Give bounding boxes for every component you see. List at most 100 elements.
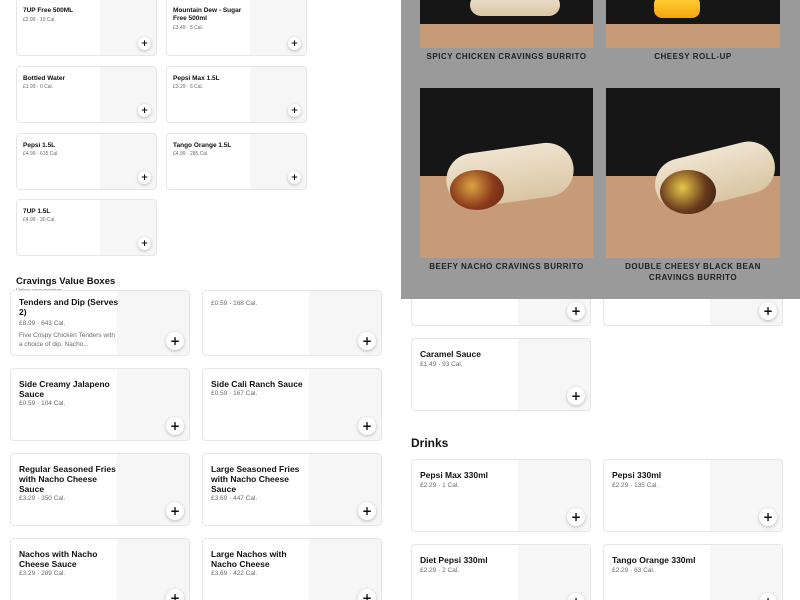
item-name: Mountain Dew - Sugar Free 500ml <box>173 7 242 22</box>
item-name: Caramel Sauce <box>420 349 481 359</box>
plus-icon: + <box>571 595 581 600</box>
plus-icon: + <box>361 591 373 600</box>
add-button[interactable]: + <box>138 237 151 250</box>
product-caption: SPICY CHICKEN CRAVINGS BURRITO <box>426 52 587 61</box>
menu-item-card[interactable]: Bottled Water £1.99 · 0 Cal. + <box>16 66 157 123</box>
menu-item-card[interactable]: 7UP 1.5L £4.99 · 30 Cal. + <box>16 199 157 256</box>
section-title-drinks: Drinks <box>411 436 449 450</box>
add-button[interactable]: + <box>166 332 184 350</box>
add-button[interactable]: + <box>567 508 585 526</box>
item-meta: £2.99 · 10 Cal. <box>23 17 56 23</box>
item-name: Pepsi 1.5L <box>23 142 56 149</box>
product-photo[interactable] <box>420 88 593 258</box>
item-meta: £3.69 · 447 Cal. <box>211 495 258 502</box>
item-name: Side Creamy Jalapeno Sauce <box>19 379 110 400</box>
product-photo[interactable] <box>606 0 780 48</box>
menu-item-card[interactable]: Pepsi Max 1.5L £3.29 · 6 Cal. + <box>166 66 307 123</box>
item-name: Large Seasoned Fries with Nacho Cheese S… <box>211 464 300 495</box>
plus-icon: + <box>762 510 774 524</box>
add-button[interactable]: + <box>358 502 376 520</box>
plus-icon: + <box>290 38 299 49</box>
plus-icon: + <box>290 105 299 116</box>
menu-item-card[interactable]: Tango Orange 330ml £2.29 · 63 Cal. + <box>603 544 783 600</box>
menu-item-card[interactable]: Large Seasoned Fries with Nacho Cheese S… <box>202 453 382 526</box>
add-button[interactable]: + <box>138 104 151 117</box>
plus-icon: + <box>169 591 181 600</box>
item-description: Five Crispy Chicken Tenders with a choic… <box>19 332 115 349</box>
item-name: Pepsi Max 330ml <box>420 470 489 480</box>
product-caption: BEEFY NACHO CRAVINGS BURRITO <box>429 262 584 271</box>
menu-item-card[interactable]: Pepsi 330ml £2.29 · 135 Cal. + <box>603 459 783 532</box>
add-button[interactable]: + <box>288 171 301 184</box>
menu-item-card[interactable]: Side Creamy Jalapeno Sauce £0.59 · 104 C… <box>10 368 190 441</box>
add-button[interactable]: + <box>288 104 301 117</box>
menu-item-card[interactable]: Diet Pepsi 330ml £2.29 · 2 Cal. + <box>411 544 591 600</box>
plate-shape <box>606 24 780 48</box>
filling-shape <box>660 170 716 214</box>
item-image <box>710 545 782 600</box>
menu-item-card[interactable]: 7UP Free 500ML £2.99 · 10 Cal. + <box>16 0 157 56</box>
menu-item-card[interactable]: Pepsi 1.5L £4.99 · 615 Cal. + <box>16 133 157 190</box>
plus-icon: + <box>290 172 299 183</box>
product-caption: DOUBLE CHEESY BLACK BEAN CRAVINGS BURRIT… <box>625 262 761 282</box>
plus-icon: + <box>169 334 181 348</box>
menu-item-card[interactable]: Regular Seasoned Fries with Nacho Cheese… <box>10 453 190 526</box>
item-name: Tenders and Dip (Serves 2) <box>19 297 119 318</box>
plus-icon: + <box>140 172 149 183</box>
add-button[interactable]: + <box>358 589 376 600</box>
add-button[interactable]: + <box>166 502 184 520</box>
add-button[interactable]: + <box>288 37 301 50</box>
product-gallery-overlay: SPICY CHICKEN CRAVINGS BURRITO CHEESY RO… <box>401 0 800 299</box>
add-button[interactable]: + <box>567 387 585 405</box>
add-button[interactable]: + <box>759 302 777 320</box>
add-button[interactable]: + <box>358 332 376 350</box>
menu-item-card[interactable]: Caramel Sauce £1.49 · 93 Cal. + <box>411 338 591 411</box>
plus-icon: + <box>169 419 181 433</box>
item-meta: £3.29 · 6 Cal. <box>173 84 204 90</box>
plus-icon: + <box>361 504 373 518</box>
plus-icon: + <box>169 504 181 518</box>
item-name: Bottled Water <box>23 75 66 82</box>
item-meta: £2.29 · 135 Cal. <box>612 482 659 489</box>
add-button[interactable]: + <box>138 37 151 50</box>
filling-shape <box>450 170 504 210</box>
menu-item-card[interactable]: Pepsi Max 330ml £2.29 · 1 Cal. + <box>411 459 591 532</box>
item-name: Large Nachos with Nacho Cheese <box>211 549 287 570</box>
item-name: Nachos with Nacho Cheese Sauce <box>19 549 98 570</box>
menu-item-card[interactable]: Large Nachos with Nacho Cheese £3.69 · 4… <box>202 538 382 600</box>
item-name: 7UP 1.5L <box>23 208 51 215</box>
add-button[interactable]: + <box>567 302 585 320</box>
item-meta: £3.29 · 289 Cal. <box>19 570 66 577</box>
item-meta: £8.99 · 643 Cal. <box>19 320 66 327</box>
add-button[interactable]: + <box>138 171 151 184</box>
product-photo[interactable] <box>606 88 780 258</box>
item-name: Pepsi 330ml <box>612 470 662 480</box>
plus-icon: + <box>762 304 774 318</box>
item-name: Pepsi Max 1.5L <box>173 75 220 82</box>
menu-item-card[interactable]: Mountain Dew - Sugar Free 500ml £3.49 · … <box>166 0 307 56</box>
menu-item-card[interactable]: Nachos with Nacho Cheese Sauce £3.29 · 2… <box>10 538 190 600</box>
menu-item-card[interactable]: Side Cali Ranch Sauce £0.59 · 167 Cal. + <box>202 368 382 441</box>
add-button[interactable]: + <box>166 417 184 435</box>
item-meta: £1.99 · 0 Cal. <box>23 84 54 90</box>
plus-icon: + <box>570 304 582 318</box>
menu-item-card[interactable]: Tango Orange 1.5L £4.99 · 285 Cal. + <box>166 133 307 190</box>
add-button[interactable]: + <box>166 589 184 600</box>
plus-icon: + <box>140 238 149 249</box>
plus-icon: + <box>361 334 373 348</box>
plus-icon: + <box>570 389 582 403</box>
plus-icon: + <box>361 419 373 433</box>
product-caption: CHEESY ROLL-UP <box>654 52 732 61</box>
item-meta: £0.59 · 104 Cal. <box>19 400 66 407</box>
item-name: Side Cali Ranch Sauce <box>211 379 303 389</box>
menu-item-card[interactable]: £0.59 · 168 Cal. + <box>202 290 382 356</box>
item-name: Tango Orange 1.5L <box>173 142 232 149</box>
item-meta: £0.59 · 168 Cal. <box>211 300 258 307</box>
menu-item-card[interactable]: Tenders and Dip (Serves 2) £8.99 · 643 C… <box>10 290 190 356</box>
add-button[interactable]: + <box>358 417 376 435</box>
product-photo[interactable] <box>420 0 593 48</box>
item-name: Diet Pepsi 330ml <box>420 555 488 565</box>
add-button[interactable]: + <box>759 508 777 526</box>
item-meta: £4.99 · 285 Cal. <box>173 151 209 157</box>
item-meta: £0.59 · 167 Cal. <box>211 390 258 397</box>
